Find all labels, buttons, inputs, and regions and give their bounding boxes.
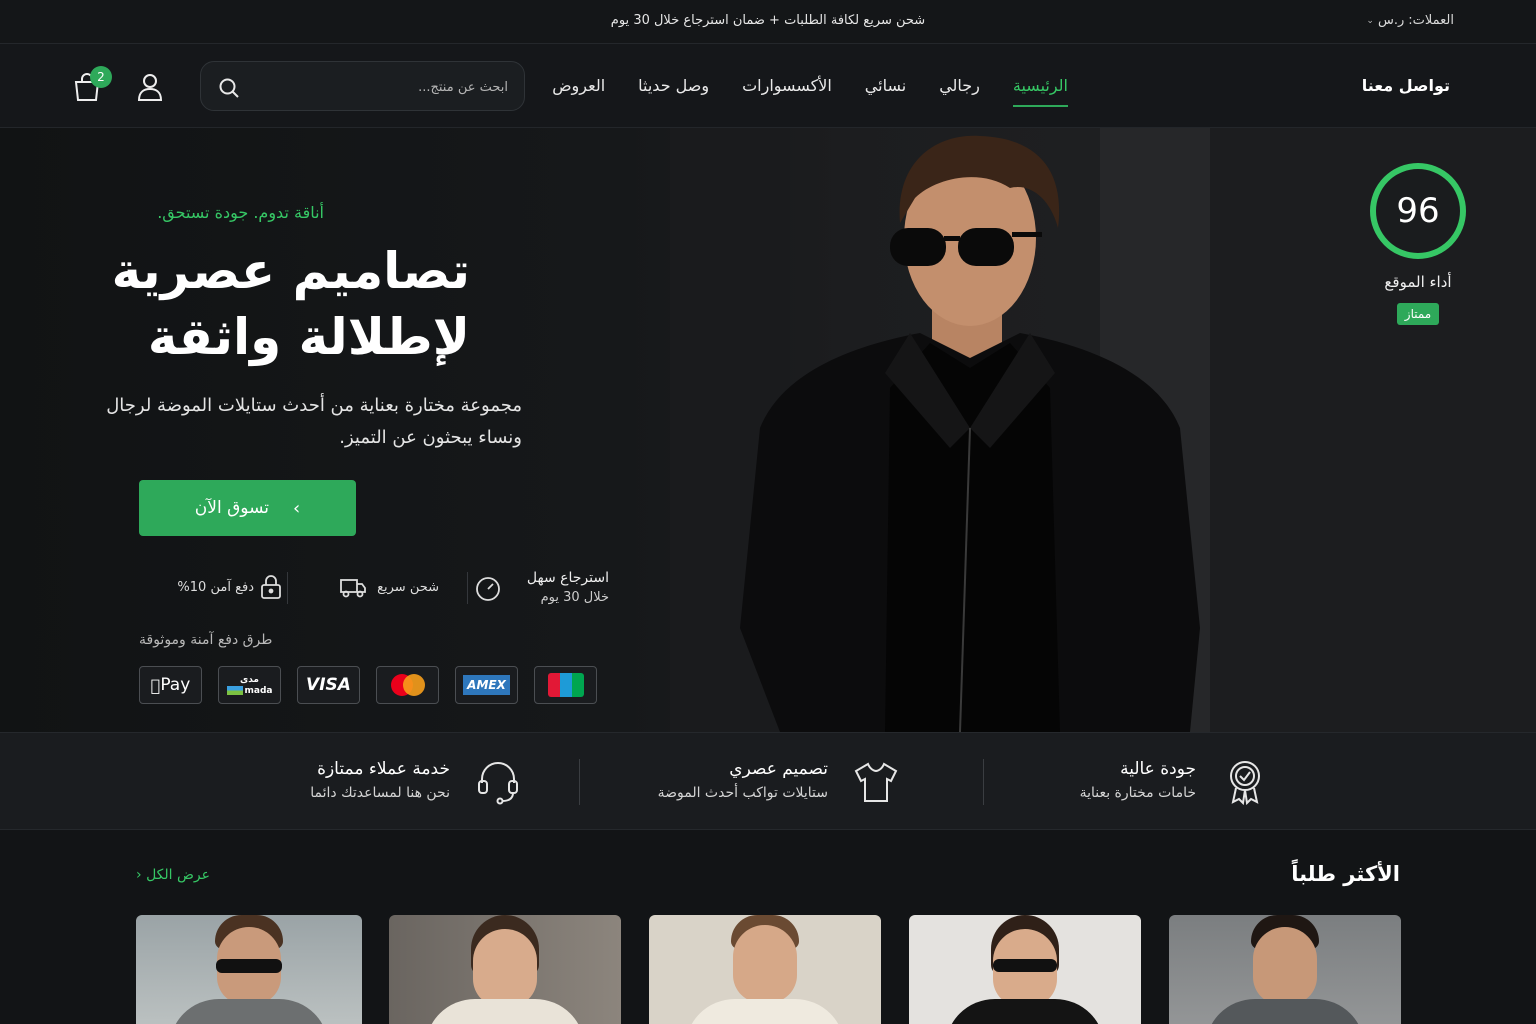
score-label: أداء الموقع bbox=[1384, 273, 1452, 291]
contact-link[interactable]: تواصل معنا bbox=[1362, 76, 1450, 95]
feature-title: استرجاع سهل bbox=[526, 570, 609, 586]
benefit-subtitle: ستايلات تواكب أحدث الموضة bbox=[657, 785, 828, 801]
cart-count-badge: 2 bbox=[90, 66, 112, 88]
score-ring: 96 bbox=[1370, 163, 1466, 259]
benefit-title: جودة عالية bbox=[1120, 759, 1196, 779]
feature-secure-payment: دفع آمن 10% bbox=[144, 568, 281, 608]
hero-banner: أناقة تدوم. جودة تستحق. تصاميم عصرية لإط… bbox=[0, 128, 1536, 732]
search-box bbox=[200, 61, 525, 111]
site-performance-score: 96 أداء الموقع ممتاز bbox=[1370, 163, 1466, 325]
apple-icon:  bbox=[151, 676, 161, 695]
search-icon[interactable] bbox=[217, 76, 241, 104]
headset-icon bbox=[478, 762, 518, 805]
benefit-customer-service: خدمة عملاء ممتازة نحن هنا لمساعدتك دائما bbox=[190, 759, 450, 809]
sunglasses-icon bbox=[216, 959, 282, 973]
benefit-modern-design: تصميم عصري ستايلات تواكب أحدث الموضة bbox=[568, 759, 828, 809]
tshirt-icon bbox=[854, 762, 898, 802]
mastercard-circles bbox=[390, 674, 425, 696]
divider bbox=[287, 572, 288, 604]
promo-text: شحن سريع لكافة الطلبات + ضمان استرجاع خل… bbox=[610, 13, 926, 28]
cta-label: تسوق الآن bbox=[194, 498, 269, 518]
product-card[interactable] bbox=[1169, 915, 1401, 1024]
payment-methods:  Pay مدى mada VISA AMEX bbox=[139, 666, 597, 704]
divider bbox=[579, 759, 580, 805]
score-badge: ممتاز bbox=[1396, 303, 1440, 325]
chevron-left-icon: ‹ bbox=[292, 497, 301, 519]
nav-item-home[interactable]: الرئيسية bbox=[1012, 76, 1069, 107]
feature-title: شحن سريع bbox=[377, 580, 439, 595]
visa-logo: VISA bbox=[297, 666, 360, 704]
truck-icon bbox=[340, 579, 366, 598]
chevron-down-icon: ⌄ bbox=[1366, 15, 1374, 26]
hero-headline: تصاميم عصرية لإطلالة واثقة bbox=[111, 242, 470, 366]
payment-methods-label: طرق دفع آمنة وموثوقة bbox=[139, 632, 273, 648]
feature-subtitle: خلال 30 يوم bbox=[540, 590, 609, 605]
nav-item-women[interactable]: نسائي bbox=[865, 76, 906, 95]
product-card[interactable] bbox=[136, 915, 362, 1024]
nav-item-men[interactable]: رجالي bbox=[939, 76, 980, 95]
feature-fast-shipping: شحن سريع bbox=[329, 568, 439, 608]
divider bbox=[983, 759, 984, 805]
benefit-subtitle: خامات مختارة بعناية bbox=[1079, 785, 1196, 801]
currency-label: العملات: bbox=[1408, 13, 1454, 28]
benefit-title: خدمة عملاء ممتازة bbox=[317, 759, 450, 779]
nav-item-accessories[interactable]: الأكسسوارات bbox=[742, 76, 832, 95]
chevron-left-icon: ‹ bbox=[136, 867, 142, 883]
nav-item-offers[interactable]: العروض bbox=[552, 76, 605, 95]
sunglasses-icon bbox=[993, 959, 1057, 972]
feature-easy-returns: استرجاع سهل خلال 30 يوم bbox=[469, 568, 609, 608]
lock-icon bbox=[261, 575, 281, 599]
section-title: الأكثر طلباً bbox=[1291, 862, 1400, 886]
nav-item-new-arrivals[interactable]: وصل حديثا bbox=[638, 76, 709, 95]
jcb-logo bbox=[534, 666, 597, 704]
benefit-title: تصميم عصري bbox=[729, 759, 828, 779]
main-nav: الرئيسية رجالي نسائي الأكسسوارات وصل حدي… bbox=[552, 76, 1069, 107]
hero-features: استرجاع سهل خلال 30 يوم شحن سريع دفع آمن… bbox=[139, 568, 609, 608]
hero-model-image bbox=[740, 135, 1200, 732]
product-card[interactable] bbox=[649, 915, 881, 1024]
site-header: تواصل معنا الرئيسية رجالي نسائي الأكسسوا… bbox=[0, 44, 1536, 128]
hero-description: مجموعة مختارة بعناية من أحدث ستايلات الم… bbox=[106, 395, 522, 448]
currency-selector[interactable]: العملات: ر.س ⌄ bbox=[1366, 13, 1454, 28]
view-all-link[interactable]: عرض الكل ‹ bbox=[136, 867, 210, 883]
shop-now-button[interactable]: تسوق الآن ‹ bbox=[139, 480, 356, 536]
hero-tagline: أناقة تدوم. جودة تستحق. bbox=[157, 203, 324, 222]
product-card[interactable] bbox=[909, 915, 1141, 1024]
benefits-strip: جودة عالية خامات مختارة بعناية تصميم عصر… bbox=[0, 732, 1536, 830]
benefit-subtitle: نحن هنا لمساعدتك دائما bbox=[310, 785, 450, 801]
view-all-label: عرض الكل bbox=[146, 867, 211, 883]
amex-logo: AMEX bbox=[455, 666, 518, 704]
user-icon[interactable] bbox=[136, 72, 164, 106]
mada-logo: مدى mada bbox=[218, 666, 281, 704]
feature-title: دفع آمن 10% bbox=[177, 580, 254, 595]
gauge-icon bbox=[476, 577, 500, 601]
currency-value: ر.س bbox=[1377, 13, 1405, 28]
product-card[interactable] bbox=[389, 915, 621, 1024]
apple-pay-logo:  Pay bbox=[139, 666, 202, 704]
search-input[interactable] bbox=[258, 76, 508, 98]
mastercard-logo bbox=[376, 666, 439, 704]
badge-icon bbox=[1230, 761, 1260, 805]
benefit-quality: جودة عالية خامات مختارة بعناية bbox=[976, 759, 1196, 809]
announcement-bar: شحن سريع لكافة الطلبات + ضمان استرجاع خل… bbox=[0, 0, 1536, 44]
divider bbox=[467, 572, 468, 604]
